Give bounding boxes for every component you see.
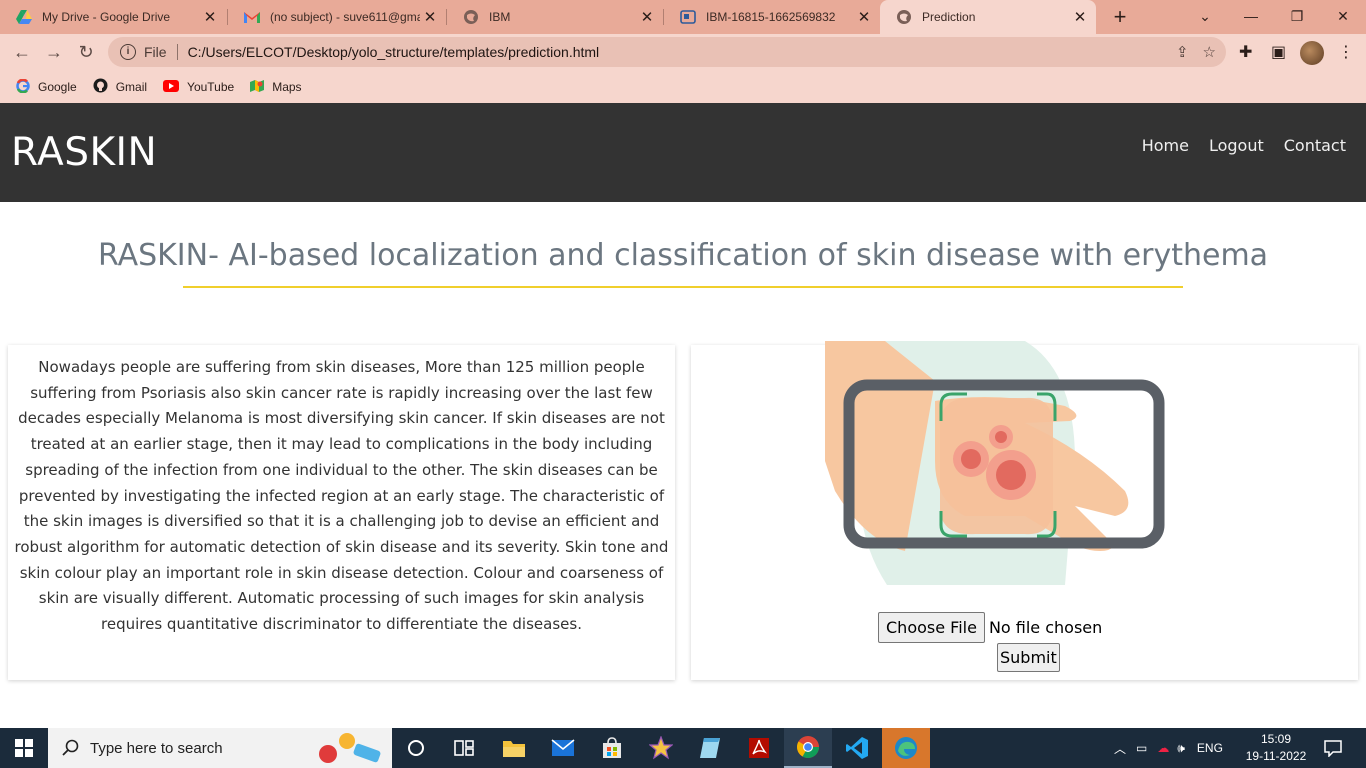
tab-prediction[interactable]: Prediction ✕ xyxy=(880,0,1096,34)
star-app-icon[interactable] xyxy=(637,728,685,768)
google-drive-icon xyxy=(16,9,32,25)
bookmark-label: Gmail xyxy=(115,80,148,94)
site-nav-links: Home Logout Contact xyxy=(1142,136,1346,155)
close-icon[interactable]: ✕ xyxy=(420,8,440,26)
windows-logo-icon xyxy=(15,739,33,757)
upload-card: Choose File No file chosen Submit xyxy=(691,341,1358,680)
tab-title: My Drive - Google Drive xyxy=(42,10,171,24)
url-scheme: File xyxy=(144,44,167,60)
tab-google-drive[interactable]: My Drive - Google Drive ✕ xyxy=(0,0,226,34)
url-text[interactable]: C:/Users/ELCOT/Desktop/yolo_structure/te… xyxy=(188,44,600,60)
description-card: Nowadays people are suffering from skin … xyxy=(8,345,675,680)
cortana-icon[interactable] xyxy=(392,728,440,768)
search-highlight-icon xyxy=(319,733,381,763)
bookmark-maps[interactable]: Maps xyxy=(250,79,302,96)
globe-icon xyxy=(896,9,912,25)
forward-button[interactable]: → xyxy=(40,38,68,66)
skin-scan-illustration xyxy=(825,341,1165,585)
file-explorer-icon[interactable] xyxy=(490,728,538,768)
minimize-button[interactable]: — xyxy=(1228,0,1274,34)
new-tab-button[interactable]: + xyxy=(1106,3,1134,31)
profile-avatar[interactable] xyxy=(1300,41,1324,65)
youtube-icon xyxy=(163,79,180,95)
edge-icon[interactable] xyxy=(882,728,930,768)
github-icon xyxy=(93,78,108,96)
search-icon xyxy=(62,739,79,756)
tab-ibm-doc[interactable]: IBM-16815-1662569832 ✕ xyxy=(664,0,880,34)
browser-toolbar: ← → ↻ i File C:/Users/ELCOT/Desktop/yolo… xyxy=(0,34,1366,71)
submit-button[interactable]: Submit xyxy=(997,643,1060,672)
share-icon[interactable]: ⇪ xyxy=(1176,43,1189,61)
close-icon[interactable]: ✕ xyxy=(637,8,657,26)
vscode-icon[interactable] xyxy=(833,728,881,768)
volume-icon[interactable]: 🕪 xyxy=(1177,741,1185,756)
site-navbar: RASKIN Home Logout Contact xyxy=(0,103,1366,202)
document-icon xyxy=(680,9,696,25)
tab-title: IBM-16815-1662569832 xyxy=(706,10,836,24)
globe-icon xyxy=(463,9,479,25)
bookmarks-bar: Google Gmail YouTube Maps xyxy=(0,71,1366,103)
reload-button[interactable]: ↻ xyxy=(72,38,100,66)
address-bar[interactable]: i File C:/Users/ELCOT/Desktop/yolo_struc… xyxy=(108,37,1226,67)
taskbar-clock[interactable]: 15:09 19-11-2022 xyxy=(1244,731,1308,765)
close-icon[interactable]: ✕ xyxy=(200,8,220,26)
windows-start-button[interactable] xyxy=(0,728,48,768)
chrome-icon[interactable] xyxy=(784,728,832,768)
network-icon[interactable]: ☁ xyxy=(1157,741,1169,755)
back-button[interactable]: ← xyxy=(8,38,36,66)
side-panel-icon[interactable]: ▣ xyxy=(1271,42,1286,62)
bookmark-star-icon[interactable]: ☆ xyxy=(1203,43,1216,61)
site-brand[interactable]: RASKIN xyxy=(11,130,157,175)
file-status-text: No file chosen xyxy=(988,618,1103,637)
description-text: Nowadays people are suffering from skin … xyxy=(14,358,669,634)
gmail-icon xyxy=(244,9,260,25)
taskbar-search-box[interactable]: Type here to search xyxy=(48,728,392,768)
acrobat-icon[interactable] xyxy=(735,728,783,768)
nav-logout-link[interactable]: Logout xyxy=(1209,136,1264,155)
mail-icon[interactable] xyxy=(539,728,587,768)
close-window-button[interactable]: ✕ xyxy=(1320,0,1366,34)
task-view-icon[interactable] xyxy=(440,728,488,768)
bookmark-youtube[interactable]: YouTube xyxy=(163,79,235,95)
file-upload-row: Choose File No file chosen xyxy=(878,612,1102,643)
choose-file-button[interactable]: Choose File xyxy=(878,612,985,643)
extensions-icon[interactable]: ✚ xyxy=(1239,42,1252,62)
maps-icon xyxy=(250,79,265,96)
tab-title: (no subject) - suve611@gmai xyxy=(270,10,420,24)
close-icon[interactable]: ✕ xyxy=(1070,8,1090,26)
bookmark-label: Google xyxy=(38,80,77,94)
notepad-icon[interactable] xyxy=(686,728,734,768)
chevron-up-icon[interactable]: ︿ xyxy=(1114,740,1126,757)
tab-search-icon[interactable]: ⌄ xyxy=(1182,0,1228,34)
system-tray: ︿ ▭ ☁ 🕪 ENG xyxy=(1114,728,1223,768)
close-icon[interactable]: ✕ xyxy=(854,8,874,26)
nav-contact-link[interactable]: Contact xyxy=(1284,136,1346,155)
restore-button[interactable]: ❐ xyxy=(1274,0,1320,34)
clock-date: 19-11-2022 xyxy=(1245,749,1307,763)
bookmark-gmail[interactable]: Gmail xyxy=(93,78,147,96)
tab-title: IBM xyxy=(489,10,511,24)
search-placeholder: Type here to search xyxy=(90,739,223,757)
battery-icon[interactable]: ▭ xyxy=(1136,741,1147,755)
google-icon xyxy=(16,78,30,96)
bookmark-label: YouTube xyxy=(187,80,235,94)
menu-icon[interactable]: ⋮ xyxy=(1338,42,1354,62)
page-title: RASKIN- AI-based localization and classi… xyxy=(97,238,1269,273)
clock-time: 15:09 xyxy=(1260,732,1292,746)
store-icon[interactable] xyxy=(588,728,636,768)
tab-title: Prediction xyxy=(922,10,976,24)
browser-tab-strip: My Drive - Google Drive ✕ (no subject) -… xyxy=(0,0,1366,34)
nav-home-link[interactable]: Home xyxy=(1142,136,1189,155)
notifications-icon[interactable] xyxy=(1310,728,1356,768)
title-underline xyxy=(183,286,1183,288)
windows-taskbar: Type here to search ︿ ▭ ☁ 🕪 ENG 15:09 19… xyxy=(0,728,1366,768)
info-icon[interactable]: i xyxy=(120,44,136,60)
tab-gmail[interactable]: (no subject) - suve611@gmai ✕ xyxy=(228,0,446,34)
language-indicator[interactable]: ENG xyxy=(1197,741,1223,755)
tab-ibm[interactable]: IBM ✕ xyxy=(447,0,663,34)
bookmark-google[interactable]: Google xyxy=(16,78,77,96)
bookmark-label: Maps xyxy=(272,80,302,94)
